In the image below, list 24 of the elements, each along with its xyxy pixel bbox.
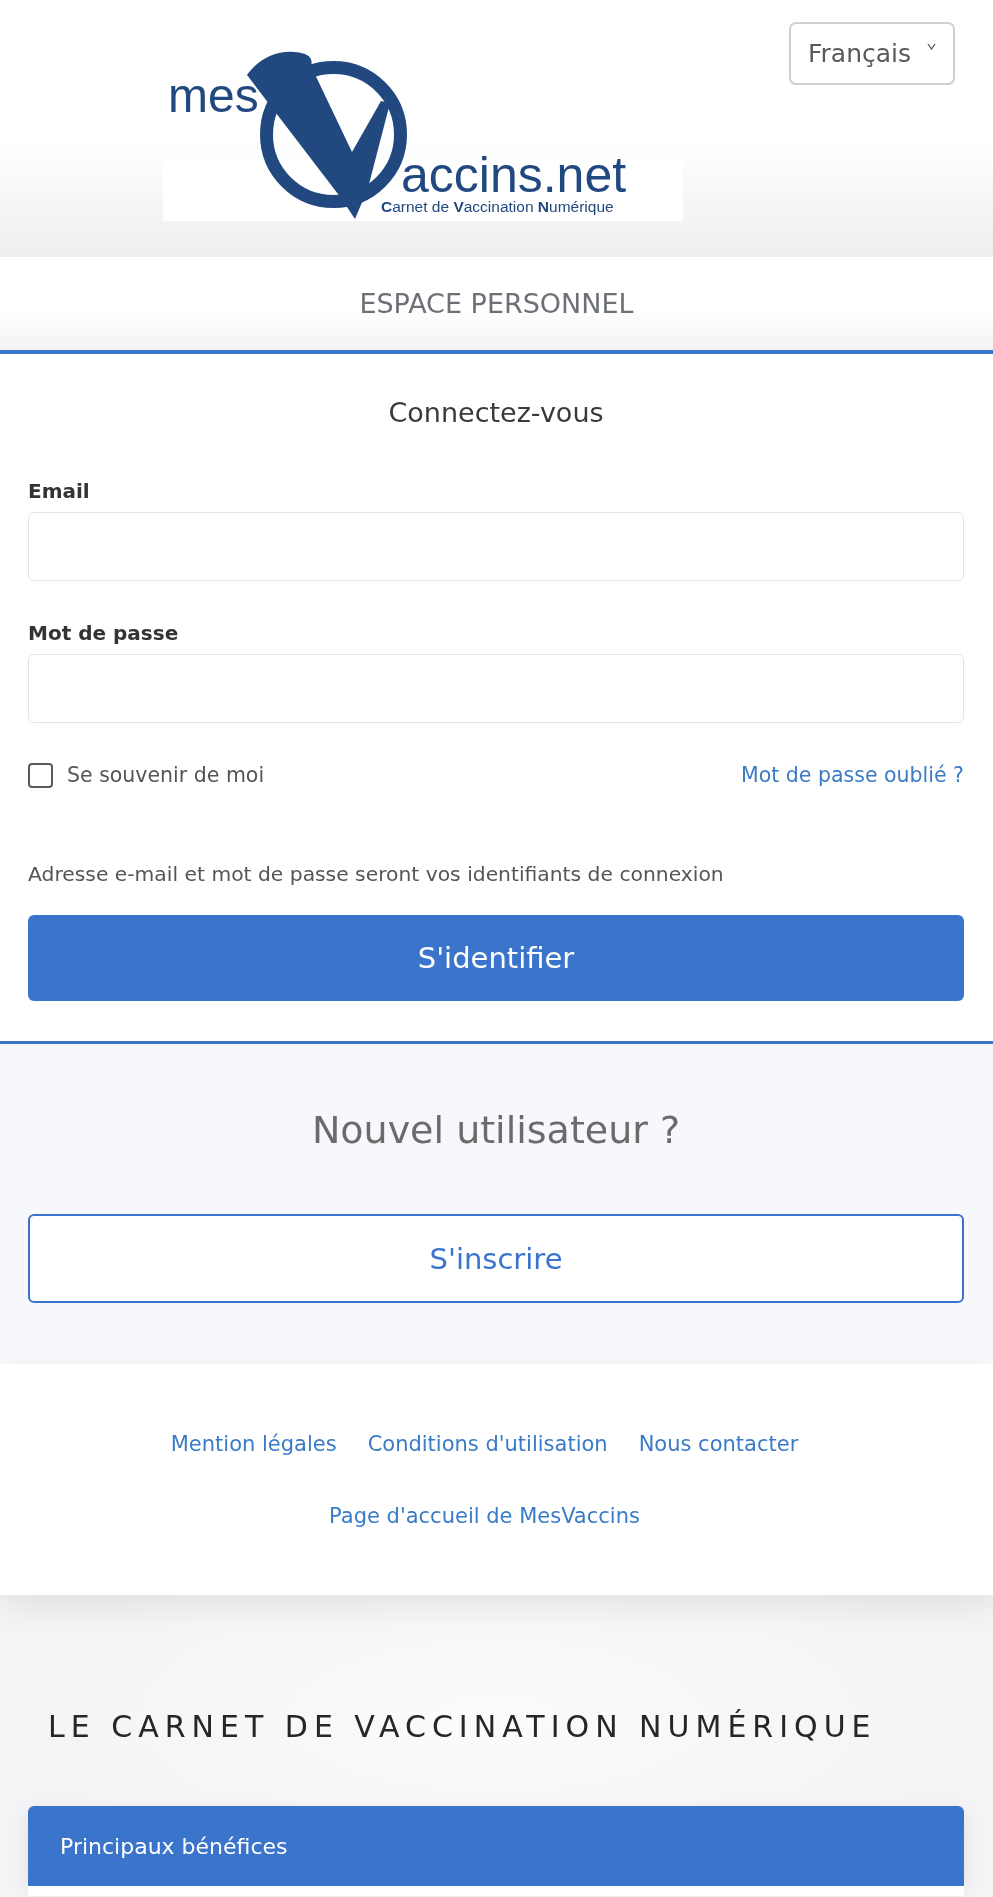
field-label: Email bbox=[28, 478, 91, 504]
login-title: Connectez-vous bbox=[387, 396, 605, 430]
footer-link[interactable]: Page d'accueil de MesVaccins bbox=[329, 1504, 640, 1528]
signup-title: Nouvel utilisateur ? bbox=[310, 1107, 682, 1153]
accordion-header[interactable]: Principaux bénéfices bbox=[28, 1806, 964, 1886]
checkbox[interactable] bbox=[28, 762, 53, 788]
checkbox-label: Se souvenir de moi bbox=[67, 763, 265, 787]
login-button[interactable]: S'identifier bbox=[28, 915, 964, 1001]
input-field[interactable] bbox=[28, 512, 964, 581]
footer-link[interactable]: Mention légales bbox=[170, 1430, 337, 1458]
hint-text: Adresse e-mail et mot de passe seront vos identifiants de connexion bbox=[28, 861, 725, 887]
footer-link[interactable]: Nous contacter bbox=[638, 1430, 799, 1458]
logo-text: accins.net bbox=[401, 150, 627, 200]
input-field[interactable] bbox=[28, 654, 964, 723]
logo-text: mes bbox=[168, 72, 259, 120]
footer-link[interactable]: Conditions d'utilisation bbox=[367, 1430, 608, 1458]
section-tab-title: ESPACE PERSONNEL bbox=[359, 288, 634, 319]
forgot-password-link[interactable]: Mot de passe oublié ? bbox=[741, 763, 964, 787]
caret-icon bbox=[927, 43, 937, 50]
section-heading: LE CARNET DE VACCINATION NUMÉRIQUE bbox=[48, 1708, 878, 1746]
language-select[interactable]: Français bbox=[789, 22, 955, 85]
field-label: Mot de passe bbox=[28, 620, 180, 646]
signup-button[interactable]: S'inscrire bbox=[28, 1214, 964, 1303]
logo-tagline: Carnet de Vaccination Numérique bbox=[381, 199, 614, 215]
